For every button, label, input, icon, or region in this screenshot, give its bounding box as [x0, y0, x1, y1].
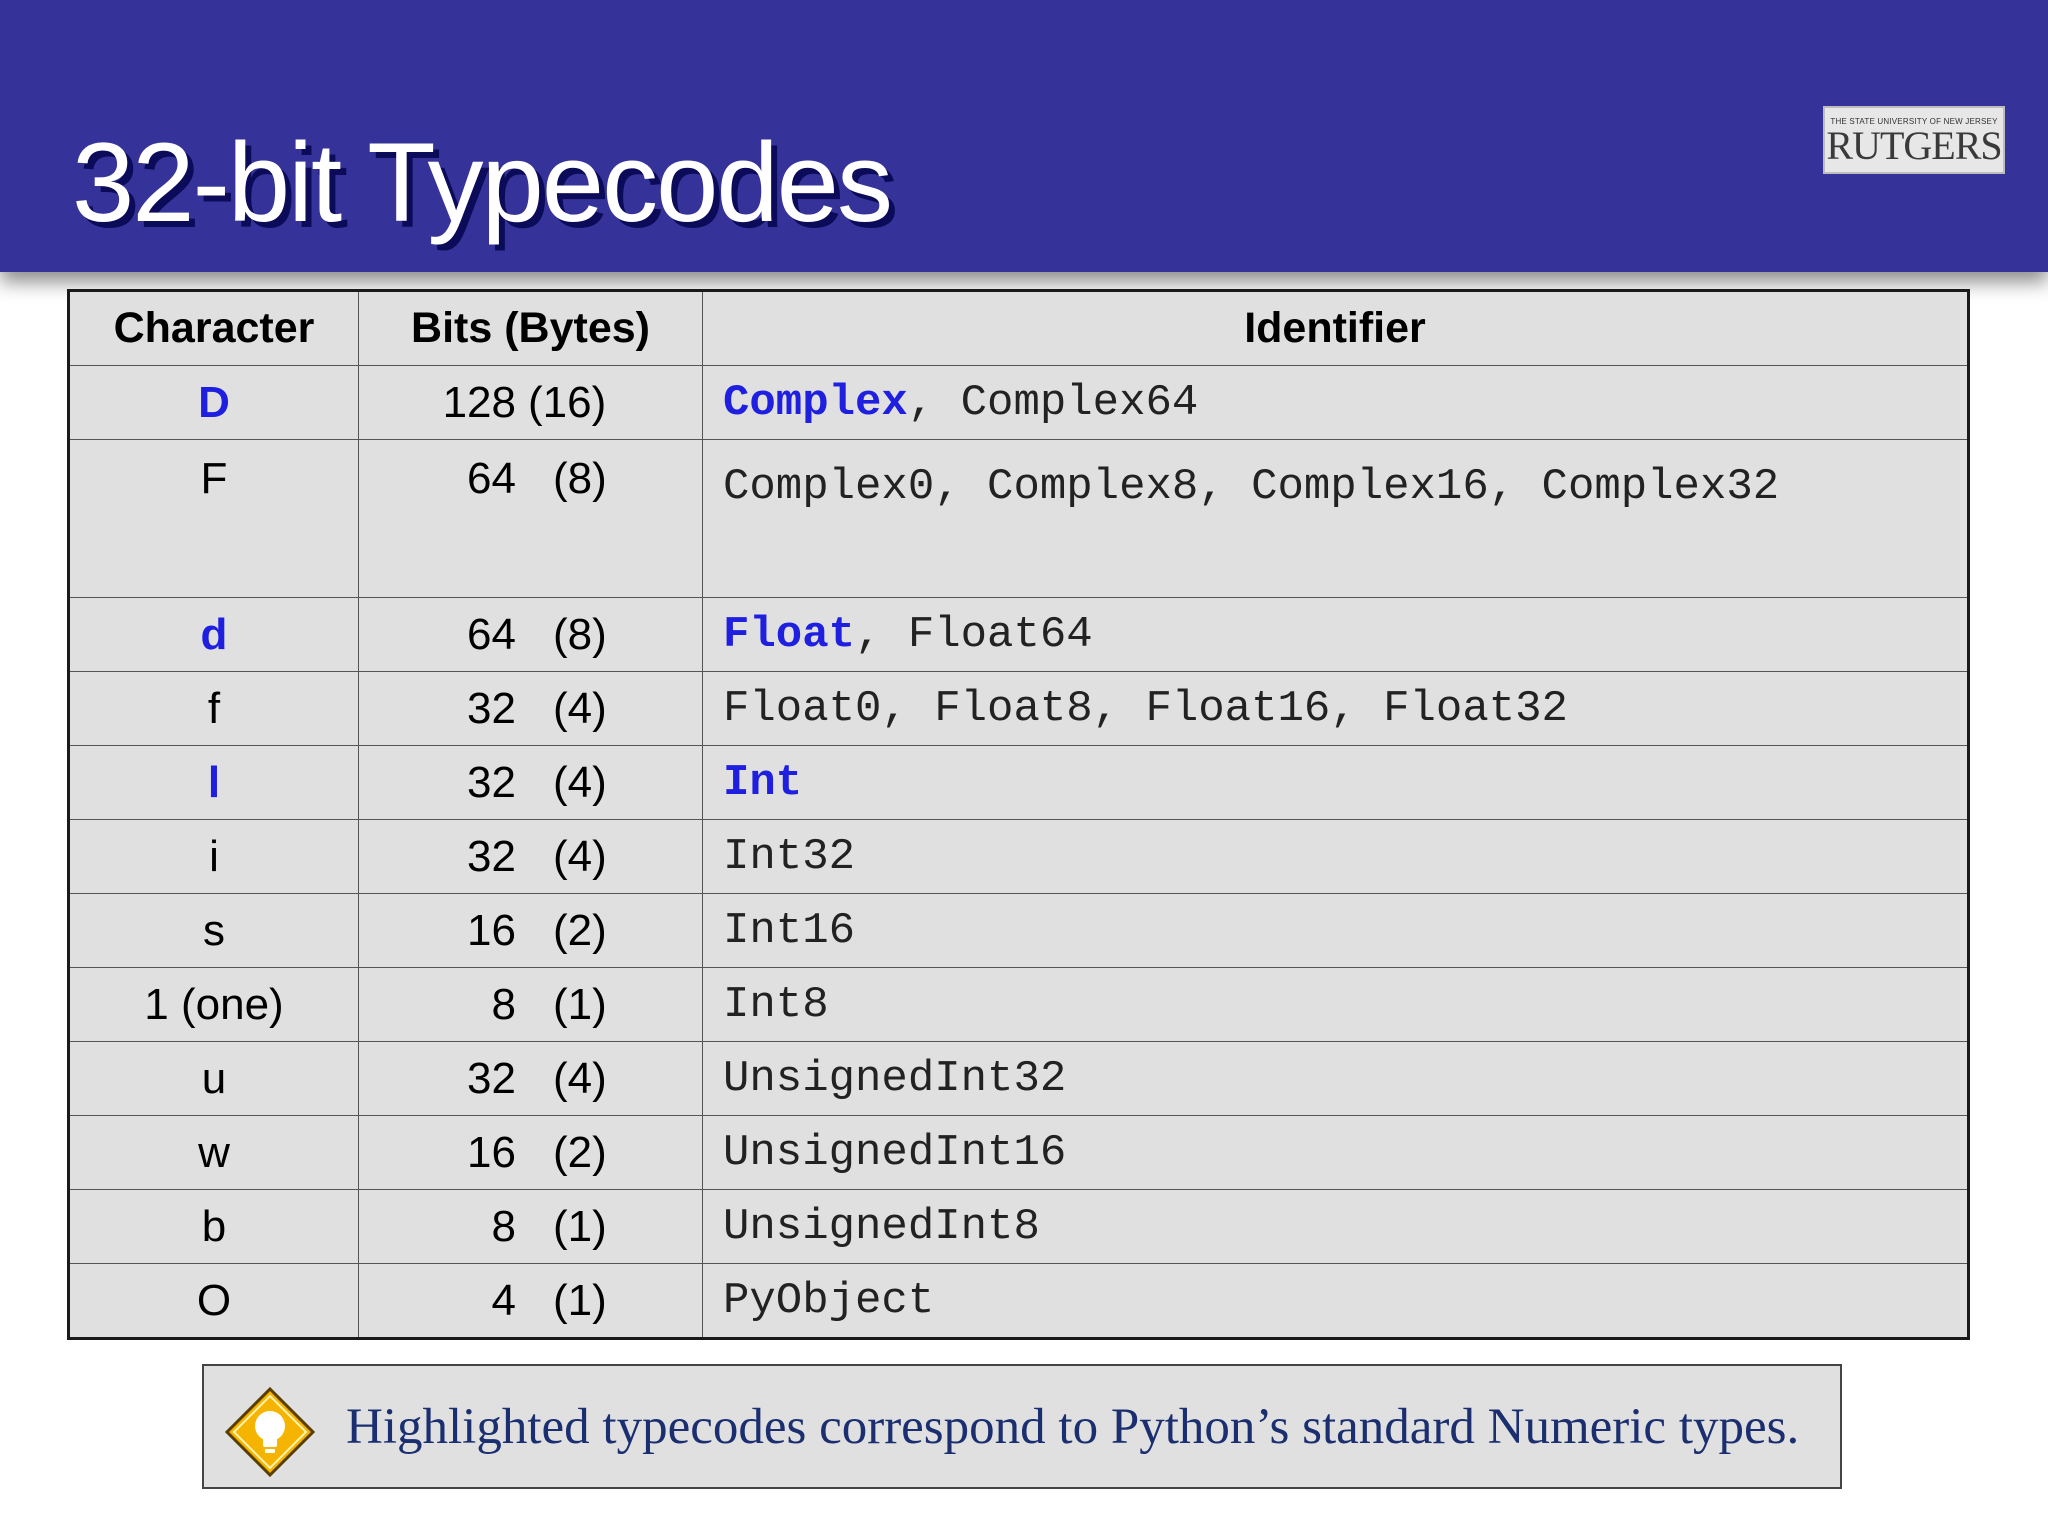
identifier-cell: Int8 — [702, 967, 1969, 1042]
identifier-aliases: UnsignedInt8 — [723, 1201, 1040, 1252]
bytes-value: (4) — [553, 831, 607, 881]
bytes-value: (8) — [553, 609, 607, 659]
identifier-cell: UnsignedInt16 — [702, 1115, 1969, 1190]
identifier-cell: Complex0, Complex8, Complex16, Complex32 — [702, 439, 1969, 598]
identifier-cell: Int32 — [702, 819, 1969, 894]
header-character: Character — [68, 290, 359, 366]
bits-value: 4 — [491, 1275, 516, 1325]
slide-header: 32-bit Typecodes THE STATE UNIVERSITY OF… — [0, 0, 2048, 272]
table-row: s 16 (2) Int16 — [68, 893, 1969, 968]
bits-value: 128 — [442, 377, 516, 427]
bytes-value: (2) — [553, 1127, 607, 1177]
identifier-cell: Int16 — [702, 893, 1969, 968]
bytes-value: (16) — [528, 377, 607, 427]
bits-value: 8 — [491, 979, 516, 1029]
identifier-aliases: Int8 — [723, 979, 829, 1030]
slide-title: 32-bit Typecodes — [72, 120, 893, 245]
bits-bytes-cell: 64 (8) — [358, 597, 703, 672]
header-bits: Bits (Bytes) — [358, 290, 703, 366]
lightbulb-icon — [224, 1386, 316, 1478]
bits-bytes-cell: 16 (2) — [358, 893, 703, 968]
logo-brand: RUTGERS — [1826, 123, 2002, 168]
identifier-aliases: , Float64 — [855, 609, 1093, 660]
bits-bytes-cell: 32 (4) — [358, 1041, 703, 1116]
bytes-value: (4) — [553, 683, 607, 733]
bits-value: 32 — [467, 1053, 516, 1103]
table-row: b 8 (1) UnsignedInt8 — [68, 1189, 1969, 1264]
bits-value: 32 — [467, 683, 516, 733]
typecode-character: s — [68, 893, 359, 968]
bytes-value: (1) — [553, 1275, 607, 1325]
bits-value: 32 — [467, 831, 516, 881]
identifier-primary: Int — [723, 757, 803, 808]
bits-bytes-cell: 8 (1) — [358, 1189, 703, 1264]
typecodes-table: Character Bits (Bytes) Identifier D 128 (1… — [67, 289, 1970, 1340]
identifier-cell: UnsignedInt8 — [702, 1189, 1969, 1264]
table-header-row: Character Bits (Bytes) Identifier — [68, 290, 1969, 366]
typecode-character: u — [68, 1041, 359, 1116]
bytes-value: (4) — [553, 1053, 607, 1103]
typecode-character: d — [68, 597, 359, 672]
table-row: 1 (one) 8 (1) Int8 — [68, 967, 1969, 1042]
table-row: u 32 (4) UnsignedInt32 — [68, 1041, 1969, 1116]
bits-bytes-cell: 4 (1) — [358, 1263, 703, 1339]
identifier-aliases: Complex0, Complex8, Complex16, Complex32 — [723, 462, 1780, 512]
bytes-value: (1) — [553, 1201, 607, 1251]
header-identifier: Identifier — [702, 290, 1969, 366]
typecode-character: F — [68, 439, 359, 598]
identifier-cell: Int — [702, 745, 1969, 820]
identifier-aliases: , Complex64 — [907, 377, 1199, 428]
table-body: D 128 (16) Complex, Complex64 F 64 (8) Complex0… — [68, 365, 1969, 1339]
identifier-aliases: Int32 — [723, 831, 856, 882]
bits-value: 8 — [491, 1201, 516, 1251]
typecode-character: i — [68, 819, 359, 894]
identifier-aliases: Float0, Float8, Float16, Float32 — [723, 683, 1568, 734]
bits-value: 64 — [467, 609, 516, 659]
typecode-character: l — [68, 745, 359, 820]
table-row: i 32 (4) Int32 — [68, 819, 1969, 894]
bits-bytes-cell: 8 (1) — [358, 967, 703, 1042]
table-row: D 128 (16) Complex, Complex64 — [68, 365, 1969, 440]
typecode-character: O — [68, 1263, 359, 1339]
bits-value: 32 — [467, 757, 516, 807]
table-row: w 16 (2) UnsignedInt16 — [68, 1115, 1969, 1190]
bytes-value: (2) — [553, 905, 607, 955]
table-row: f 32 (4) Float0, Float8, Float16, Float32 — [68, 671, 1969, 746]
bits-bytes-cell: 32 (4) — [358, 819, 703, 894]
bytes-value: (1) — [553, 979, 607, 1029]
identifier-aliases: UnsignedInt32 — [723, 1053, 1067, 1104]
bits-bytes-cell: 16 (2) — [358, 1115, 703, 1190]
bits-value: 16 — [467, 1127, 516, 1177]
note-text: Highlighted typecodes correspond to Pyth… — [346, 1398, 1800, 1455]
identifier-aliases: PyObject — [723, 1275, 935, 1326]
typecode-character: w — [68, 1115, 359, 1190]
bytes-value: (4) — [553, 757, 607, 807]
table-row: O 4 (1) PyObject — [68, 1263, 1969, 1339]
bytes-value: (8) — [553, 454, 607, 503]
table-row: d 64 (8) Float, Float64 — [68, 597, 1969, 672]
identifier-aliases: Int16 — [723, 905, 856, 956]
typecode-character: b — [68, 1189, 359, 1264]
identifier-primary: Float — [723, 609, 856, 660]
identifier-cell: UnsignedInt32 — [702, 1041, 1969, 1116]
identifier-cell: Float, Float64 — [702, 597, 1969, 672]
bits-value: 64 — [467, 454, 516, 503]
bits-bytes-cell: 32 (4) — [358, 745, 703, 820]
table-row: F 64 (8) Complex0, Complex8, Complex16, Com… — [68, 439, 1969, 598]
identifier-aliases: UnsignedInt16 — [723, 1127, 1067, 1178]
identifier-primary: Complex — [723, 377, 908, 428]
typecode-character: 1 (one) — [68, 967, 359, 1042]
typecode-character: D — [68, 365, 359, 440]
bits-bytes-cell: 128 (16) — [358, 365, 703, 440]
bits-bytes-cell: 64 (8) — [358, 439, 703, 598]
bits-bytes-cell: 32 (4) — [358, 671, 703, 746]
bits-value: 16 — [467, 905, 516, 955]
note-box: Highlighted typecodes correspond to Pyth… — [202, 1364, 1842, 1489]
typecode-character: f — [68, 671, 359, 746]
identifier-cell: Float0, Float8, Float16, Float32 — [702, 671, 1969, 746]
identifier-cell: PyObject — [702, 1263, 1969, 1339]
rutgers-logo: THE STATE UNIVERSITY OF NEW JERSEY RUTGE… — [1823, 106, 2005, 174]
identifier-cell: Complex, Complex64 — [702, 365, 1969, 440]
table-row: l 32 (4) Int — [68, 745, 1969, 820]
